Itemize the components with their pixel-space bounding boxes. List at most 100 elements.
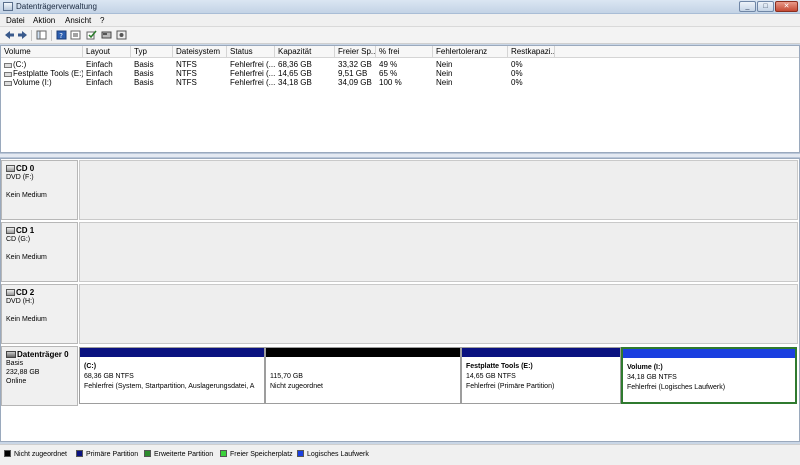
properties-icon[interactable] [70,30,81,40]
table-cell: 0% [511,69,523,78]
table-cell: Nein [436,69,453,78]
toolbar-separator [51,30,52,41]
menu-file[interactable]: Datei [6,16,25,25]
check-icon[interactable] [86,30,97,40]
partition-unallocated[interactable]: 115,70 GB Nicht zugeordnet [265,347,461,404]
partition-color-bar [266,348,460,357]
table-cell: Fehlerfrei (... [230,78,275,87]
app-icon [3,2,13,11]
table-cell: Basis [134,78,154,87]
table-cell: Nein [436,60,453,69]
legend-item: Erweiterte Partition [144,450,213,460]
partition-status: Fehlerfrei (Primäre Partition) [466,383,555,390]
menu-help[interactable]: ? [100,16,104,25]
disk-label-cd2[interactable]: CD 2 DVD (H:) Kein Medium [1,284,78,344]
legend-swatch [297,450,304,457]
legend-swatch [144,450,151,457]
forward-arrow-icon[interactable] [17,30,28,40]
menu-view[interactable]: Ansicht [65,16,91,25]
console-tree-icon[interactable] [36,30,47,40]
table-cell: Einfach [86,78,113,87]
disk-area-cd2[interactable] [79,284,798,344]
partition-status: Nicht zugeordnet [270,383,323,390]
partition-color-bar [623,349,795,358]
drive-icon [4,72,12,77]
cd-drive-icon [6,165,15,172]
disk-area-cd1[interactable] [79,222,798,282]
hard-disk-icon [6,351,16,358]
column-header-volume[interactable]: Volume [1,46,83,58]
partition-name: Festplatte Tools (E:) [466,363,533,370]
column-header-overhead[interactable]: Restkapazi... [508,46,555,58]
volume-list: Volume Layout Typ Dateisystem Status Kap… [0,45,800,153]
menu-bar: Datei Aktion Ansicht ? [0,14,800,27]
partition-size: 34,18 GB NTFS [627,374,677,381]
partition-size: 14,65 GB NTFS [466,373,516,380]
table-cell: NTFS [176,69,197,78]
table-cell: Basis [134,69,154,78]
disk-icon[interactable] [101,30,112,40]
legend-swatch [76,450,83,457]
legend-item: Logisches Laufwerk [297,450,369,460]
column-header-percent-free[interactable]: % frei [376,46,433,58]
table-cell: Einfach [86,60,113,69]
disk-label-disk0[interactable]: Datenträger 0 Basis 232,88 GB Online [1,346,78,406]
close-button[interactable]: ✕ [775,1,798,12]
column-header-type[interactable]: Typ [131,46,173,58]
table-cell: 100 % [379,78,402,87]
partition-status: Fehlerfrei (Logisches Laufwerk) [627,384,726,391]
partition-name: Volume (I:) [627,364,663,371]
table-cell: 0% [511,78,523,87]
settings-icon[interactable] [116,30,127,40]
partition-tools-e[interactable]: Festplatte Tools (E:) 14,65 GB NTFS Fehl… [461,347,621,404]
minimize-button[interactable]: _ [739,1,756,12]
column-header-capacity[interactable]: Kapazität [275,46,335,58]
volume-cell: (C:) [1,60,83,69]
table-cell: 0% [511,60,523,69]
disk-area-cd0[interactable] [79,160,798,220]
legend-item: Freier Speicherplatz [220,450,293,460]
table-row[interactable]: Festplatte Tools (E:) Einfach Basis NTFS… [1,69,799,78]
partition-volume-i[interactable]: Volume (I:) 34,18 GB NTFS Fehlerfrei (Lo… [621,347,797,404]
disk-label-cd1[interactable]: CD 1 CD (G:) Kein Medium [1,222,78,282]
column-header-layout[interactable]: Layout [83,46,131,58]
table-cell: 34,18 GB [278,78,312,87]
table-row[interactable]: Volume (I:) Einfach Basis NTFS Fehlerfre… [1,78,799,87]
partition-c[interactable]: (C:) 68,36 GB NTFS Fehlerfrei (System, S… [79,347,265,404]
legend-swatch [220,450,227,457]
menu-action[interactable]: Aktion [33,16,55,25]
svg-text:?: ? [59,32,63,40]
table-cell: NTFS [176,60,197,69]
table-cell: Fehlerfrei (... [230,60,275,69]
table-cell: 49 % [379,60,398,69]
partition-size: 68,36 GB NTFS [84,373,134,380]
legend-item: Primäre Partition [76,450,138,460]
table-cell: 65 % [379,69,398,78]
partition-color-bar [462,348,620,357]
window-title: Datenträgerverwaltung [16,2,97,11]
cd-drive-icon [6,227,15,234]
help-icon[interactable]: ? [56,30,67,40]
table-cell: 33,32 GB [338,60,372,69]
disk-label-cd0[interactable]: CD 0 DVD (F:) Kein Medium [1,160,78,220]
volume-cell: Volume (I:) [1,78,83,87]
column-header-fault-tolerance[interactable]: Fehlertoleranz [433,46,508,58]
table-cell: Basis [134,60,154,69]
table-cell: 9,51 GB [338,69,368,78]
table-cell: Nein [436,78,453,87]
legend-item: Nicht zugeordnet [4,450,67,460]
cd-drive-icon [6,289,15,296]
table-cell: 68,36 GB [278,60,312,69]
table-cell: 34,09 GB [338,78,372,87]
column-header-filesystem[interactable]: Dateisystem [173,46,227,58]
column-header-free-space[interactable]: Freier Sp... [335,46,376,58]
table-cell: Einfach [86,69,113,78]
back-arrow-icon[interactable] [4,30,15,40]
legend-bar: Nicht zugeordnet Primäre Partition Erwei… [0,444,800,465]
partition-status: Fehlerfrei (System, Startpartition, Ausl… [84,383,255,390]
partition-size: 115,70 GB [270,373,303,380]
maximize-button[interactable]: □ [757,1,774,12]
column-header-status[interactable]: Status [227,46,275,58]
table-row[interactable]: (C:) Einfach Basis NTFS Fehlerfrei (... … [1,60,799,69]
toolbar: ? [0,27,800,44]
